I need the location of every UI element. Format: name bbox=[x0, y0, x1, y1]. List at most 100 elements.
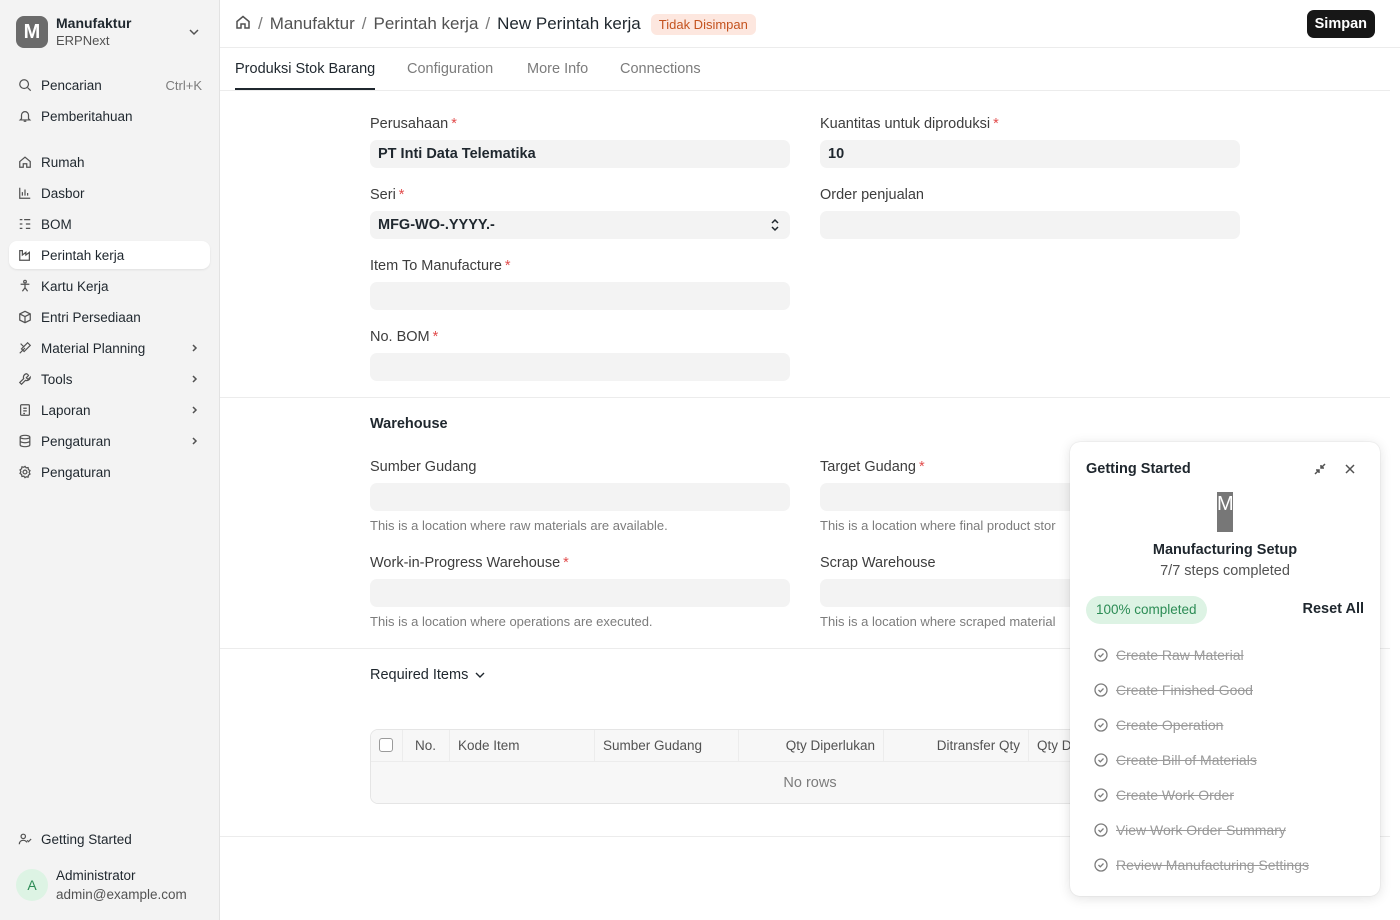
home-icon bbox=[17, 154, 33, 170]
workspace-switcher[interactable]: M Manufaktur ERPNext bbox=[16, 14, 206, 50]
source-warehouse-field[interactable] bbox=[370, 483, 790, 511]
search-icon bbox=[17, 77, 33, 93]
sidebar-item-tools[interactable]: Tools bbox=[9, 365, 210, 393]
bom-label: No. BOM * bbox=[370, 329, 439, 345]
getting-started-title: Getting Started bbox=[1086, 461, 1191, 477]
column-ditransfer-qty: Ditransfer Qty bbox=[884, 730, 1029, 762]
check-circle-icon bbox=[1094, 648, 1108, 662]
source-warehouse-label: Sumber Gudang bbox=[370, 459, 477, 475]
sidebar-item-bom[interactable]: BOM bbox=[9, 210, 210, 238]
wrench-icon bbox=[17, 371, 33, 387]
sidebar-item-label: Material Planning bbox=[41, 340, 146, 356]
workspace-name: Manufaktur bbox=[56, 15, 132, 31]
source-warehouse-desc: This is a location where raw materials a… bbox=[370, 518, 668, 533]
sidebar-item-label: Rumah bbox=[41, 154, 85, 170]
report-icon bbox=[17, 402, 33, 418]
check-circle-icon bbox=[1094, 718, 1108, 732]
check-circle-icon bbox=[1094, 858, 1108, 872]
tab-configuration[interactable]: Configuration bbox=[407, 49, 493, 90]
column-sumber-gudang: Sumber Gudang bbox=[595, 730, 739, 762]
series-select[interactable]: MFG-WO-.YYYY.- bbox=[370, 211, 790, 239]
bell-icon bbox=[17, 108, 33, 124]
chevron-down-icon bbox=[475, 672, 485, 678]
step-item[interactable]: Create Raw Material bbox=[1094, 645, 1244, 665]
getting-started-panel: Getting Started M Manufacturing Setup 7/… bbox=[1070, 442, 1380, 896]
step-item[interactable]: Create Operation bbox=[1094, 715, 1223, 735]
sidebar-item-kartu-kerja[interactable]: Kartu Kerja bbox=[9, 272, 210, 300]
module-logo: M bbox=[1217, 492, 1234, 532]
home-icon[interactable] bbox=[235, 14, 251, 35]
select-all-cell bbox=[371, 730, 403, 762]
check-circle-icon bbox=[1094, 823, 1108, 837]
sidebar-item-perintah-kerja[interactable]: Perintah kerja bbox=[9, 241, 210, 269]
user-name: Administrator bbox=[56, 868, 136, 883]
column-qty-diperlukan: Qty Diperlukan bbox=[739, 730, 884, 762]
sidebar-item-material-planning[interactable]: Material Planning bbox=[9, 334, 210, 362]
sidebar-item-label: BOM bbox=[41, 216, 72, 232]
close-icon[interactable] bbox=[1343, 462, 1359, 478]
step-item[interactable]: Review Manufacturing Settings bbox=[1094, 855, 1309, 875]
step-item[interactable]: Create Finished Good bbox=[1094, 680, 1253, 700]
tools-icon bbox=[17, 340, 33, 356]
user-check-icon bbox=[17, 831, 33, 847]
minimize-icon[interactable] bbox=[1313, 462, 1329, 478]
step-item[interactable]: Create Work Order bbox=[1094, 785, 1234, 805]
bom-field[interactable] bbox=[370, 353, 790, 381]
chevron-right-icon bbox=[188, 405, 202, 415]
sidebar-getting-started[interactable]: Getting Started bbox=[9, 825, 210, 853]
getting-started-label: Getting Started bbox=[41, 831, 132, 847]
sidebar-item-dasbor[interactable]: Dasbor bbox=[9, 179, 210, 207]
steps-count: 7/7 steps completed bbox=[1160, 563, 1290, 579]
step-item[interactable]: View Work Order Summary bbox=[1094, 820, 1286, 840]
search-shortcut: Ctrl+K bbox=[165, 77, 202, 93]
sidebar-item-label: Perintah kerja bbox=[41, 247, 125, 263]
search-button[interactable]: Pencarian Ctrl+K bbox=[9, 71, 210, 99]
save-button[interactable]: Simpan bbox=[1306, 10, 1375, 38]
required-items-title: Required Items bbox=[370, 667, 469, 683]
reset-all-button[interactable]: Reset All bbox=[1302, 601, 1364, 617]
notifications-button[interactable]: Pemberitahuan bbox=[9, 102, 210, 130]
section-divider bbox=[220, 397, 1390, 398]
scrap-warehouse-label: Scrap Warehouse bbox=[820, 555, 936, 571]
check-circle-icon bbox=[1094, 683, 1108, 697]
sidebar-item-pengaturan[interactable]: Pengaturan bbox=[9, 458, 210, 486]
workspace-subtitle: ERPNext bbox=[56, 33, 110, 48]
sidebar-item-entri-persediaan[interactable]: Entri Persediaan bbox=[9, 303, 210, 331]
sales-order-field[interactable] bbox=[820, 211, 1240, 239]
series-label: Seri * bbox=[370, 187, 405, 203]
column-kode-item: Kode Item bbox=[450, 730, 595, 762]
series-value: MFG-WO-.YYYY.- bbox=[378, 217, 495, 233]
qty-field[interactable]: 10 bbox=[820, 140, 1240, 168]
form-tabs: Produksi Stok Barang Configuration More … bbox=[220, 49, 1390, 91]
tab-produksi-stok-barang[interactable]: Produksi Stok Barang bbox=[235, 49, 376, 90]
required-items-toggle[interactable]: Required Items bbox=[370, 667, 486, 683]
sales-order-label: Order penjualan bbox=[820, 187, 924, 203]
breadcrumb-perintah-kerja[interactable]: Perintah kerja bbox=[374, 14, 479, 34]
wip-warehouse-field[interactable] bbox=[370, 579, 790, 607]
search-label: Pencarian bbox=[41, 77, 102, 93]
breadcrumb: / Manufaktur / Perintah kerja / New Peri… bbox=[235, 12, 756, 36]
breadcrumb-manufaktur[interactable]: Manufaktur bbox=[270, 14, 355, 34]
check-circle-icon bbox=[1094, 788, 1108, 802]
sidebar-item-label: Kartu Kerja bbox=[41, 278, 109, 294]
sidebar-item-laporan[interactable]: Laporan bbox=[9, 396, 210, 424]
page-header: / Manufaktur / Perintah kerja / New Peri… bbox=[220, 0, 1400, 48]
user-email: admin@example.com bbox=[56, 887, 187, 902]
sidebar-item-pengaturan-data[interactable]: Pengaturan bbox=[9, 427, 210, 455]
gear-icon bbox=[17, 464, 33, 480]
sidebar-item-label: Laporan bbox=[41, 402, 91, 418]
user-menu[interactable]: A Administrator admin@example.com bbox=[16, 866, 187, 904]
sidebar-item-rumah[interactable]: Rumah bbox=[9, 148, 210, 176]
item-label: Item To Manufacture * bbox=[370, 258, 511, 274]
sidebar-item-label: Entri Persediaan bbox=[41, 309, 141, 325]
tab-connections[interactable]: Connections bbox=[620, 49, 701, 90]
step-item[interactable]: Create Bill of Materials bbox=[1094, 750, 1257, 770]
box-icon bbox=[17, 309, 33, 325]
tab-more-info[interactable]: More Info bbox=[527, 49, 588, 90]
chart-icon bbox=[17, 185, 33, 201]
item-field[interactable] bbox=[370, 282, 790, 310]
sidebar-item-label: Dasbor bbox=[41, 185, 85, 201]
person-icon bbox=[17, 278, 33, 294]
company-field[interactable]: PT Inti Data Telematika bbox=[370, 140, 790, 168]
select-all-checkbox[interactable] bbox=[379, 738, 393, 752]
